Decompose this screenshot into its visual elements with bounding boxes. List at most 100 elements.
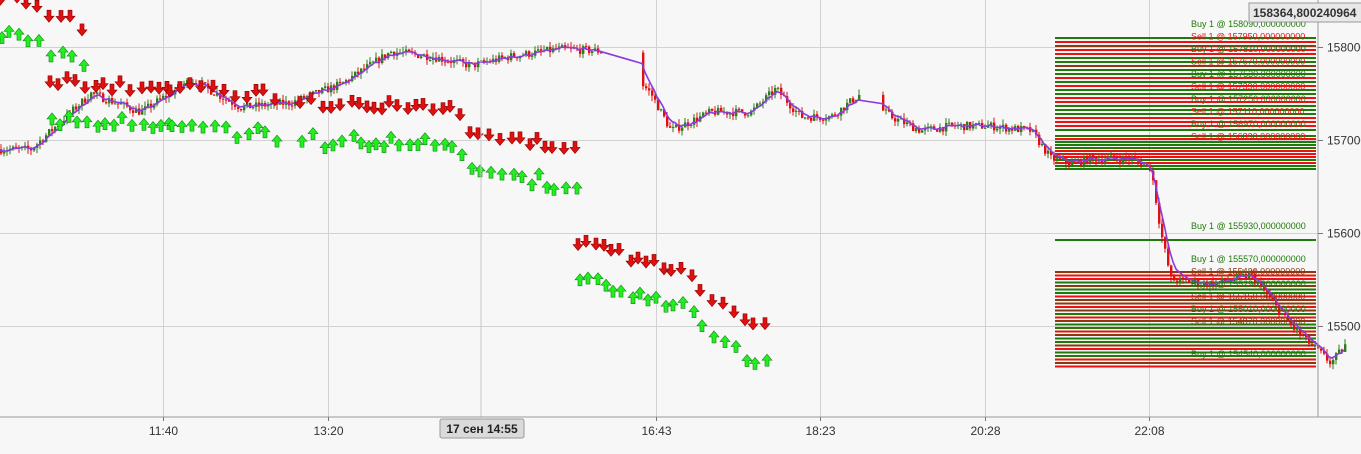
candle-up: [804, 117, 807, 119]
candle-down: [1173, 276, 1176, 281]
trade-level-label: Sell 1 @ 157950,000000000: [1191, 32, 1305, 42]
candle-up: [885, 109, 888, 111]
candle-up: [948, 122, 951, 124]
candle-up: [795, 110, 798, 112]
trade-level-label: Sell 1 @ 157110,000000000: [1191, 107, 1305, 117]
trade-level-label: Buy 1 @ 156970,000000000: [1191, 119, 1306, 129]
candle-down: [501, 55, 504, 58]
candle-up: [591, 51, 594, 53]
candle-up: [252, 107, 255, 109]
trade-level-label: Sell 1 @ 157670,000000000: [1191, 57, 1305, 67]
trade-level-label: Buy 1 @ 154540,000000000: [1191, 349, 1306, 359]
candle-down: [99, 92, 102, 94]
candle-down: [138, 108, 141, 115]
trade-level-label: Buy 1 @ 155010,000000000: [1191, 304, 1306, 314]
candle-up: [537, 49, 540, 51]
trade-level-label: Buy 1 @ 155930,000000000: [1191, 221, 1306, 231]
candle-up: [48, 129, 51, 136]
candle-down: [225, 99, 228, 101]
trade-level-label: Buy 1 @ 157250,000000000: [1191, 94, 1306, 104]
candle-up: [120, 103, 123, 105]
candle-up: [1143, 164, 1146, 167]
candle-up: [324, 86, 327, 88]
x-tick-label: 11:40: [149, 424, 178, 438]
candle-down: [1170, 265, 1173, 277]
candle-up: [3, 151, 6, 154]
candle-up: [747, 115, 750, 117]
candle-down: [822, 119, 825, 121]
candle-down: [339, 81, 342, 83]
current-price-label: 158364,800240964: [1253, 6, 1357, 20]
candle-down: [159, 98, 162, 100]
candle-down: [51, 129, 54, 132]
candle-down: [834, 114, 837, 116]
y-tick-label: 156000: [1327, 227, 1361, 241]
trade-level-label: Sell 1 @ 157390,000000000: [1191, 82, 1305, 92]
candle-up: [858, 94, 861, 100]
candle-down: [117, 103, 120, 105]
candle-up: [768, 91, 771, 96]
crosshair-time-label: 17 сен 14:55: [446, 422, 518, 436]
trade-level-label: Sell 1 @ 156830,000000000: [1191, 132, 1305, 142]
trade-level-label: Sell 1 @ 154870,000000000: [1191, 317, 1305, 327]
candle-down: [1164, 237, 1167, 249]
candle-up: [1020, 126, 1023, 132]
candle-down: [540, 49, 543, 51]
candle-up: [1314, 345, 1317, 347]
trade-level-label: Buy 1 @ 155290,000000000: [1191, 279, 1306, 289]
trade-level-label: Sell 1 @ 155150,000000000: [1191, 292, 1305, 302]
candle-up: [921, 130, 924, 133]
chart-background: [0, 0, 1361, 449]
y-tick-label: 157000: [1327, 134, 1361, 148]
candle-down: [237, 107, 240, 109]
candle-up: [375, 57, 378, 62]
candle-up: [147, 103, 150, 107]
trading-chart[interactable]: Buy 1 @ 158090,000000000 Sell 1 @ 157950,…: [0, 0, 1361, 449]
candle-up: [390, 51, 393, 54]
candle-up: [1296, 328, 1299, 330]
candle-down: [1053, 155, 1056, 161]
candle-down: [669, 126, 672, 128]
candle-up: [162, 95, 165, 99]
chart-canvas[interactable]: Buy 1 @ 158090,000000000Sell 1 @ 157950,…: [0, 0, 1361, 449]
current-price-badge: 158364,800240964: [1248, 2, 1361, 23]
candle-up: [996, 128, 999, 131]
candle-down: [213, 94, 216, 96]
y-tick-label: 155000: [1327, 320, 1361, 334]
candle-down: [93, 92, 96, 94]
candle-down: [648, 88, 651, 91]
candle-down: [651, 90, 654, 96]
candle-down: [1161, 223, 1164, 238]
candle-up: [1041, 144, 1044, 146]
candle-up: [429, 59, 432, 61]
candle-up: [114, 103, 117, 105]
candle-up: [582, 46, 585, 54]
y-tick-label: 158000: [1327, 41, 1361, 55]
candle-down: [291, 105, 294, 107]
x-tick-label: 22:08: [1134, 424, 1164, 438]
candle-down: [1176, 280, 1179, 283]
crosshair-time-badge: 17 сен 14:55: [439, 418, 525, 439]
candle-down: [132, 110, 135, 113]
candle-down: [222, 98, 225, 100]
candle-up: [777, 87, 780, 89]
candle-up: [354, 71, 357, 76]
candle-up: [369, 61, 372, 65]
trade-level-label: Sell 1 @ 155430,000000000: [1191, 267, 1305, 277]
trade-level-label: Buy 1 @ 157530,000000000: [1191, 69, 1306, 79]
candle-down: [882, 94, 885, 111]
candle-up: [813, 114, 816, 121]
candle-down: [645, 86, 648, 89]
candle-up: [1110, 155, 1113, 157]
candle-down: [1302, 334, 1305, 337]
candle-up: [915, 128, 918, 132]
candle-up: [72, 106, 75, 113]
candle-up: [660, 109, 663, 111]
candle-down: [1092, 155, 1095, 158]
candle-down: [807, 117, 810, 119]
candle-down: [84, 98, 87, 103]
candle-up: [672, 127, 675, 129]
candle-up: [906, 122, 909, 125]
candle-down: [711, 108, 714, 111]
x-tick-label: 16:43: [641, 424, 671, 438]
